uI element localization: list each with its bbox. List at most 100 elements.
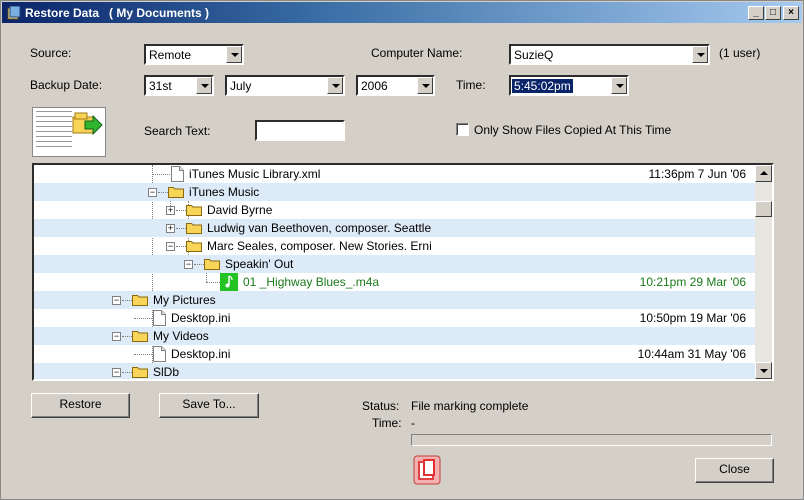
chevron-down-icon[interactable] <box>611 77 627 94</box>
chevron-down-icon[interactable] <box>226 46 242 63</box>
close-button[interactable]: Close <box>695 458 774 483</box>
user-count: (1 user) <box>719 46 761 60</box>
window-title: Restore Data ( My Documents ) <box>25 6 210 20</box>
collapse-icon[interactable]: − <box>184 260 193 269</box>
status-label: Status: <box>362 399 400 413</box>
collapse-icon[interactable]: − <box>112 368 121 377</box>
chevron-down-icon[interactable] <box>692 46 708 63</box>
backup-thumbnail-icon <box>32 107 106 157</box>
tree-row[interactable]: − My Pictures <box>34 291 756 309</box>
folder-icon <box>168 187 184 198</box>
status-time-label: Time: <box>372 416 402 430</box>
audio-file-icon <box>220 273 238 291</box>
minimize-icon: _ <box>753 7 759 18</box>
maximize-button[interactable]: □ <box>765 6 781 20</box>
computer-name-value: SuzieQ <box>514 48 554 62</box>
chevron-down-icon[interactable] <box>196 77 212 94</box>
chevron-down-icon[interactable] <box>417 77 433 94</box>
time-value: 5:45:02pm <box>511 78 574 94</box>
search-text-label: Search Text: <box>144 124 211 138</box>
month-value: July <box>230 79 252 93</box>
tree-row[interactable]: + Ludwig van Beethoven, composer. Seattl… <box>34 219 756 237</box>
tree-item-name: iTunes Music <box>189 185 260 199</box>
scroll-up-icon[interactable] <box>755 165 772 182</box>
collapse-icon[interactable]: − <box>148 188 157 197</box>
expand-icon[interactable]: + <box>166 224 175 233</box>
source-select[interactable]: Remote <box>144 44 244 65</box>
tree-item-name: Desktop.ini <box>171 347 231 361</box>
year-value: 2006 <box>361 79 388 93</box>
time-label: Time: <box>456 78 486 92</box>
tree-item-date: 10:50pm 19 Mar '06 <box>639 311 746 325</box>
source-label: Source: <box>30 46 72 60</box>
save-to-button[interactable]: Save To... <box>159 393 259 418</box>
progress-bar <box>411 434 772 446</box>
tree-item-name: iTunes Music Library.xml <box>189 167 321 181</box>
computer-name-label: Computer Name: <box>371 46 463 60</box>
tree-row[interactable]: − Speakin' Out <box>34 255 756 273</box>
day-value: 31st <box>149 79 172 93</box>
tree-item-date: 10:44am 31 May '06 <box>637 347 746 361</box>
folder-icon <box>204 259 220 270</box>
folder-icon <box>186 241 202 252</box>
close-window-button[interactable]: × <box>783 6 799 20</box>
tree-row[interactable]: Desktop.ini 10:50pm 19 Mar '06 <box>34 309 756 327</box>
tree-item-name: My Pictures <box>153 293 216 307</box>
close-icon: × <box>788 7 794 18</box>
file-icon <box>153 346 166 362</box>
year-select[interactable]: 2006 <box>356 75 435 96</box>
month-select[interactable]: July <box>225 75 345 96</box>
tree-row[interactable]: 01 _Highway Blues_.m4a 10:21pm 29 Mar '0… <box>34 273 756 291</box>
only-show-copied-label[interactable]: Only Show Files Copied At This Time <box>474 123 671 137</box>
status-time-value: - <box>411 416 415 430</box>
collapse-icon[interactable]: − <box>112 296 121 305</box>
file-tree[interactable]: iTunes Music Library.xml 11:36pm 7 Jun '… <box>32 163 774 381</box>
minimize-button[interactable]: _ <box>748 6 764 20</box>
source-value: Remote <box>149 48 192 62</box>
status-value: File marking complete <box>411 399 529 413</box>
stop-icon[interactable] <box>413 455 441 485</box>
tree-row[interactable]: iTunes Music Library.xml 11:36pm 7 Jun '… <box>34 165 756 183</box>
expand-icon[interactable]: + <box>166 206 175 215</box>
folder-icon <box>186 205 202 216</box>
tree-item-name: David Byrne <box>207 203 273 217</box>
file-icon <box>153 310 166 326</box>
tree-item-name: Speakin' Out <box>225 257 294 271</box>
folder-icon <box>132 331 148 342</box>
tree-row[interactable]: Desktop.ini 10:44am 31 May '06 <box>34 345 756 363</box>
tree-item-name: 01 _Highway Blues_.m4a <box>243 275 380 289</box>
tree-item-name: Ludwig van Beethoven, composer. Seattle <box>207 221 432 235</box>
day-select[interactable]: 31st <box>144 75 214 96</box>
maximize-icon: □ <box>769 7 777 18</box>
tree-item-date: 10:21pm 29 Mar '06 <box>639 275 746 289</box>
tree-row[interactable]: + David Byrne <box>34 201 756 219</box>
scroll-down-icon[interactable] <box>755 362 772 379</box>
vertical-scrollbar[interactable] <box>755 165 772 379</box>
folder-icon <box>132 295 148 306</box>
folder-icon <box>132 367 148 378</box>
tree-item-name: SlDb <box>153 365 180 379</box>
collapse-icon[interactable]: − <box>166 242 175 251</box>
tree-row[interactable]: − Marc Seales, composer. New Stories. Er… <box>34 237 756 255</box>
tree-item-name: Marc Seales, composer. New Stories. Erni <box>207 239 432 253</box>
folder-icon <box>186 223 202 234</box>
restore-data-window: Restore Data ( My Documents ) _ □ × Sour… <box>0 0 804 500</box>
search-input[interactable] <box>255 120 345 141</box>
backup-date-label: Backup Date: <box>30 78 103 92</box>
tree-row[interactable]: − iTunes Music <box>34 183 756 201</box>
collapse-icon[interactable]: − <box>112 332 121 341</box>
computer-name-select[interactable]: SuzieQ <box>509 44 710 65</box>
tree-item-name: My Videos <box>153 329 209 343</box>
chevron-down-icon[interactable] <box>327 77 343 94</box>
tree-row[interactable]: − SlDb <box>34 363 756 379</box>
only-show-copied-checkbox[interactable] <box>456 123 469 136</box>
file-icon <box>171 166 184 182</box>
scrollbar-thumb[interactable] <box>755 201 772 217</box>
app-icon <box>7 6 21 20</box>
restore-button[interactable]: Restore <box>31 393 130 418</box>
time-select[interactable]: 5:45:02pm <box>509 75 629 96</box>
tree-item-name: Desktop.ini <box>171 311 231 325</box>
title-bar[interactable]: Restore Data ( My Documents ) _ □ × <box>2 2 802 23</box>
tree-item-date: 11:36pm 7 Jun '06 <box>648 167 746 181</box>
tree-row[interactable]: − My Videos <box>34 327 756 345</box>
